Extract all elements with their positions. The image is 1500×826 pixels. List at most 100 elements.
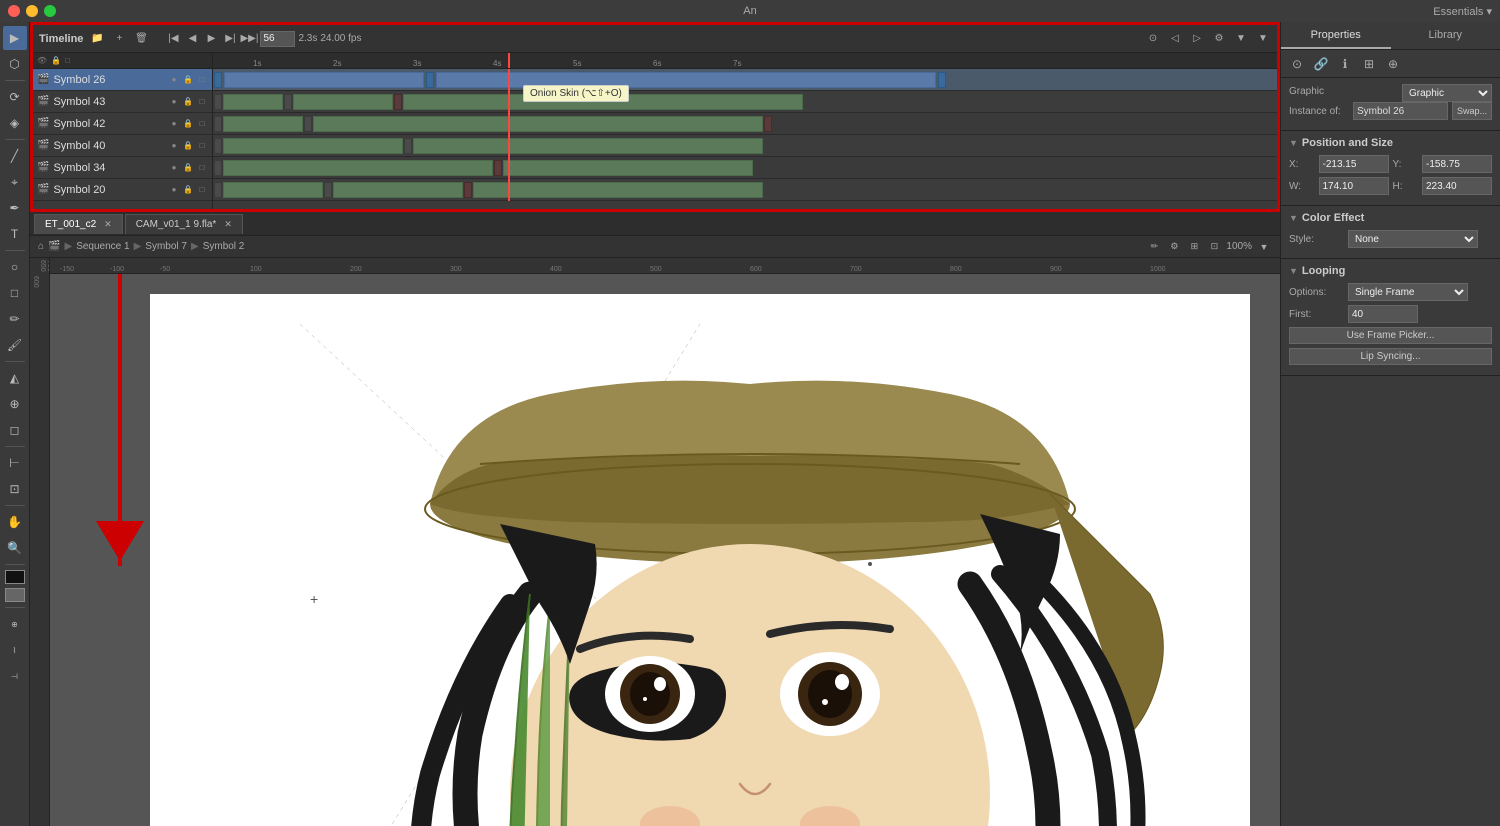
timeline-folder-btn[interactable]: 📁 xyxy=(89,31,105,47)
layer-outline-symbol34[interactable]: □ xyxy=(196,162,208,174)
text-tool-button[interactable]: T xyxy=(3,222,27,246)
stage-tab-et001[interactable]: ET_001_c2 ✕ xyxy=(34,214,123,234)
pencil-tool-button[interactable]: ✏ xyxy=(3,307,27,331)
bone-tool-button[interactable]: ⊢ xyxy=(3,451,27,475)
h-input[interactable] xyxy=(1422,177,1492,195)
graphic-type-dropdown[interactable]: Graphic xyxy=(1402,84,1492,102)
fill-color-swatch[interactable] xyxy=(5,588,25,602)
close-button[interactable] xyxy=(8,5,20,17)
brush-tool-button[interactable]: 🖌 xyxy=(3,333,27,357)
timeline-minimize-btn[interactable]: ▼ xyxy=(1255,31,1271,47)
layer-visible-symbol42[interactable]: ● xyxy=(168,118,180,130)
breadcrumb-symbol2[interactable]: Symbol 2 xyxy=(203,241,245,252)
stage-edit-btn[interactable]: ✏ xyxy=(1146,239,1162,255)
breadcrumb-symbol7[interactable]: Symbol 7 xyxy=(145,241,187,252)
layer-row-symbol26[interactable]: 🎬 Symbol 26 ● 🔒 □ xyxy=(33,69,212,91)
x-input[interactable] xyxy=(1319,155,1389,173)
camera-tool-button[interactable]: ⊡ xyxy=(3,477,27,501)
last-frame-btn[interactable]: ▶▶| xyxy=(241,31,257,47)
layer-lock-symbol34[interactable]: 🔒 xyxy=(182,162,194,174)
smooth-button[interactable]: ⌇ xyxy=(3,638,27,662)
frame-row-symbol20[interactable] xyxy=(213,179,1277,201)
w-input[interactable] xyxy=(1319,177,1389,195)
frame-row-symbol43[interactable] xyxy=(213,91,1277,113)
layer-lock-symbol42[interactable]: 🔒 xyxy=(182,118,194,130)
layer-row-symbol34[interactable]: 🎬 Symbol 34 ● 🔒 □ xyxy=(33,157,212,179)
paint-bucket-tool-button[interactable]: ◭ xyxy=(3,366,27,390)
layer-outline-symbol26[interactable]: □ xyxy=(196,74,208,86)
swap-button[interactable]: Swap... xyxy=(1452,102,1492,120)
layer-row-symbol20[interactable]: 🎬 Symbol 20 ● 🔒 □ xyxy=(33,179,212,201)
timeline-settings-btn[interactable]: ⚙ xyxy=(1211,31,1227,47)
panel-icon-5[interactable]: ⊕ xyxy=(1383,54,1403,74)
stage-tab-camv01[interactable]: CAM_v01_1 9.fla* ✕ xyxy=(125,214,243,234)
oval-tool-button[interactable]: ○ xyxy=(3,255,27,279)
color-effect-header[interactable]: ▼ Color Effect xyxy=(1289,212,1492,224)
straighten-button[interactable]: ⊣ xyxy=(3,664,27,688)
frame-input[interactable] xyxy=(260,31,295,47)
layer-outline-symbol43[interactable]: □ xyxy=(196,96,208,108)
panel-icon-1[interactable]: ⊙ xyxy=(1287,54,1307,74)
pen-tool-button[interactable]: ✒ xyxy=(3,196,27,220)
frame-row-symbol40[interactable] xyxy=(213,135,1277,157)
panel-icon-2[interactable]: 🔗 xyxy=(1311,54,1331,74)
frame-row-symbol34[interactable] xyxy=(213,157,1277,179)
hand-tool-button[interactable]: ✋ xyxy=(3,510,27,534)
options-dropdown[interactable]: Single Frame xyxy=(1348,283,1468,301)
timeline-options-btn[interactable]: ▼ xyxy=(1233,31,1249,47)
timeline-add-btn[interactable]: + xyxy=(111,31,127,47)
snap-to-objects-button[interactable]: ⊕ xyxy=(3,612,27,636)
y-input[interactable] xyxy=(1422,155,1492,173)
play-btn[interactable]: ▶ xyxy=(203,31,219,47)
layer-row-symbol42[interactable]: 🎬 Symbol 42 ● 🔒 □ xyxy=(33,113,212,135)
prev-frame-btn[interactable]: ◀ xyxy=(184,31,200,47)
stroke-color-swatch[interactable] xyxy=(5,570,25,584)
layer-visible-symbol26[interactable]: ● xyxy=(168,74,180,86)
layer-row-symbol43[interactable]: 🎬 Symbol 43 ● 🔒 □ xyxy=(33,91,212,113)
stage-fit-btn[interactable]: ⊡ xyxy=(1206,239,1222,255)
panel-icon-4[interactable]: ⊞ xyxy=(1359,54,1379,74)
looping-header[interactable]: ▼ Looping xyxy=(1289,265,1492,277)
layer-lock-symbol20[interactable]: 🔒 xyxy=(182,184,194,196)
timeline-trash-btn[interactable]: 🗑 xyxy=(133,31,149,47)
maximize-button[interactable] xyxy=(44,5,56,17)
zoom-tool-button[interactable]: 🔍 xyxy=(3,536,27,560)
frame-row-symbol26[interactable] xyxy=(213,69,1277,91)
breadcrumb-sequence1[interactable]: Sequence 1 xyxy=(76,241,129,252)
layer-visible-symbol20[interactable]: ● xyxy=(168,184,180,196)
line-tool-button[interactable]: ╱ xyxy=(3,144,27,168)
layer-row-symbol40[interactable]: 🎬 Symbol 40 ● 🔒 □ xyxy=(33,135,212,157)
minimize-button[interactable] xyxy=(26,5,38,17)
onion-skin-btn[interactable]: ⊙ xyxy=(1145,31,1161,47)
canvas-container[interactable]: + xyxy=(50,274,1280,826)
stage-settings-btn[interactable]: ⚙ xyxy=(1166,239,1182,255)
selection-tool-button[interactable]: ▶ xyxy=(3,26,27,50)
canvas-stage[interactable]: + xyxy=(150,294,1250,826)
first-frame-btn[interactable]: |◀ xyxy=(165,31,181,47)
frame-row-symbol42[interactable] xyxy=(213,113,1277,135)
tab-properties[interactable]: Properties xyxy=(1281,22,1391,49)
position-section-header[interactable]: ▼ Position and Size xyxy=(1289,137,1492,149)
layer-lock-symbol40[interactable]: 🔒 xyxy=(182,140,194,152)
first-input[interactable] xyxy=(1348,305,1418,323)
use-frame-picker-button[interactable]: Use Frame Picker... xyxy=(1289,327,1492,344)
gradient-tool-button[interactable]: ◈ xyxy=(3,111,27,135)
onion-skin-prev-btn[interactable]: ◁ xyxy=(1167,31,1183,47)
subselection-tool-button[interactable]: ⬡ xyxy=(3,52,27,76)
free-transform-tool-button[interactable]: ⟳ xyxy=(3,85,27,109)
stage-grid-btn[interactable]: ⊞ xyxy=(1186,239,1202,255)
layer-visible-symbol34[interactable]: ● xyxy=(168,162,180,174)
next-frame-btn[interactable]: ▶| xyxy=(222,31,238,47)
stage-zoom-dropdown[interactable]: ▼ xyxy=(1256,239,1272,255)
panel-icon-3[interactable]: ℹ xyxy=(1335,54,1355,74)
layer-outline-symbol42[interactable]: □ xyxy=(196,118,208,130)
eyedropper-tool-button[interactable]: ⊕ xyxy=(3,392,27,416)
stage-tab-camv01-close[interactable]: ✕ xyxy=(224,219,232,230)
layer-visible-symbol43[interactable]: ● xyxy=(168,96,180,108)
layer-lock-symbol43[interactable]: 🔒 xyxy=(182,96,194,108)
layer-visible-symbol40[interactable]: ● xyxy=(168,140,180,152)
tab-library[interactable]: Library xyxy=(1391,22,1500,49)
style-dropdown[interactable]: None xyxy=(1348,230,1478,248)
layer-outline-symbol40[interactable]: □ xyxy=(196,140,208,152)
stage-tab-et001-close[interactable]: ✕ xyxy=(104,219,112,230)
